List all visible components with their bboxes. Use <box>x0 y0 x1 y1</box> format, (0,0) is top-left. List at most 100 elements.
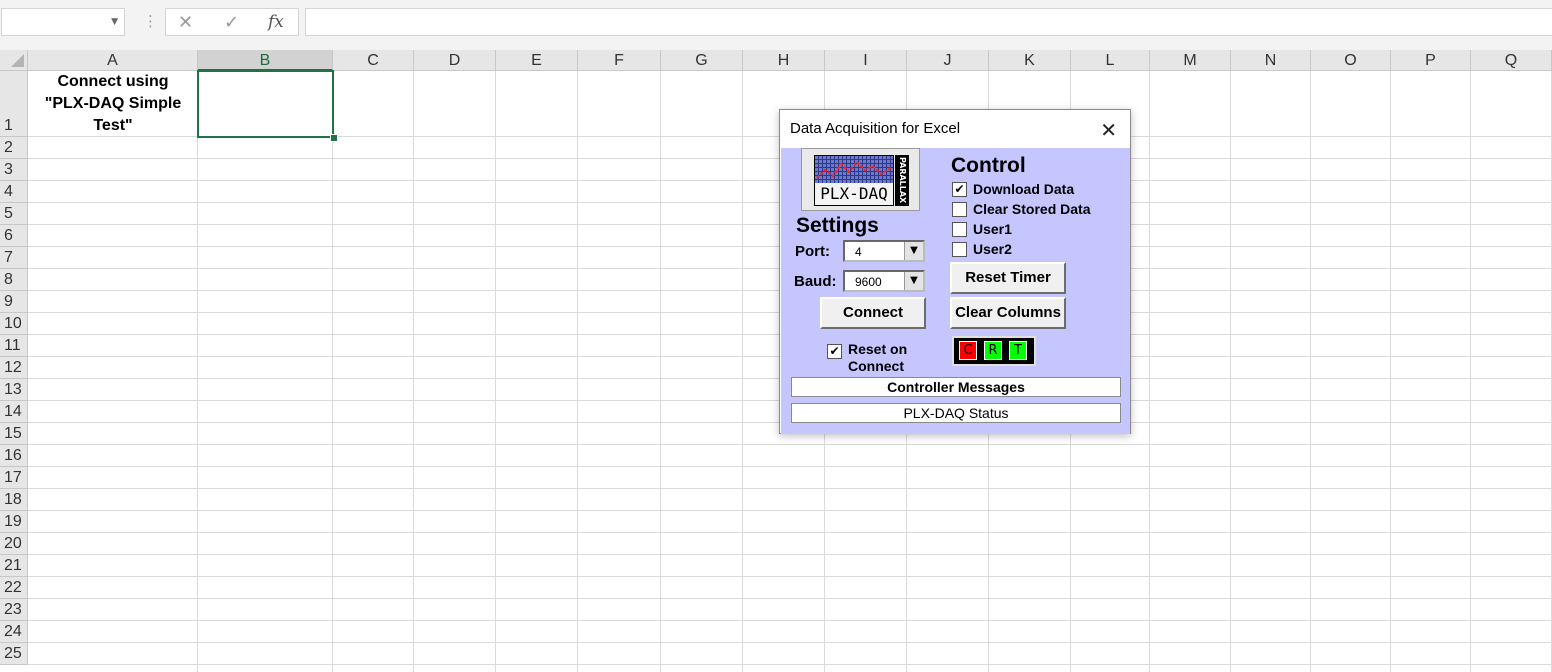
fill-handle[interactable] <box>330 134 338 142</box>
dialog-title: Data Acquisition for Excel <box>790 120 961 137</box>
select-all-button[interactable] <box>0 50 28 71</box>
connect-button[interactable]: Connect <box>820 297 926 329</box>
column-header[interactable]: P <box>1391 50 1471 71</box>
insert-function-icon[interactable]: fx <box>268 12 284 32</box>
plx-daq-logo: PLX-DAQ PARALLAX <box>801 148 920 211</box>
column-header[interactable]: A <box>28 50 198 71</box>
more-options-icon[interactable]: ⋮ <box>143 12 158 30</box>
reset-timer-button[interactable]: Reset Timer <box>950 262 1066 294</box>
column-header[interactable]: K <box>989 50 1071 71</box>
clear-columns-button[interactable]: Clear Columns <box>950 297 1066 329</box>
enter-icon[interactable]: ✓ <box>224 12 239 33</box>
checkbox-label: Download Data <box>973 181 1075 197</box>
column-header[interactable]: N <box>1231 50 1311 71</box>
close-icon[interactable]: ✕ <box>1100 118 1117 142</box>
row-header[interactable]: 19 <box>0 511 28 533</box>
column-header[interactable]: G <box>661 50 743 71</box>
row-header[interactable]: 7 <box>0 247 28 269</box>
row-header[interactable]: 5 <box>0 203 28 225</box>
row-number: 3 <box>4 161 13 178</box>
checkbox-box[interactable]: ✔ <box>827 344 842 359</box>
checkbox-box[interactable] <box>952 242 967 257</box>
crt-indicator-panel: C R T <box>952 336 1036 366</box>
spreadsheet-grid: ABCDEFGHIJKLMNOPQ 1 2 3 4 5 6 7 8 9 10 11 12 13 14 15 1… <box>0 50 1552 672</box>
checkbox-box[interactable]: ✔ <box>952 182 967 197</box>
row-header[interactable]: 2 <box>0 137 28 159</box>
row-header[interactable]: 16 <box>0 445 28 467</box>
cell-a1[interactable]: Connect using "PLX-DAQ Simple Test" <box>28 71 198 137</box>
row-header[interactable]: 3 <box>0 159 28 181</box>
controller-messages: Controller Messages <box>791 377 1121 397</box>
checkbox-box[interactable] <box>952 222 967 237</box>
row-number: 12 <box>4 359 22 376</box>
column-header[interactable]: J <box>907 50 989 71</box>
checkbox-label: User1 <box>973 221 1012 237</box>
row-header[interactable]: 25 <box>0 643 28 665</box>
name-box[interactable]: ▼ <box>1 8 125 36</box>
column-gridline <box>1390 71 1391 672</box>
formula-bar: ▼ ⋮ ✕ ✓ fx <box>0 0 1552 50</box>
column-header[interactable]: D <box>414 50 496 71</box>
formula-input[interactable] <box>305 8 1552 36</box>
row-header[interactable]: 23 <box>0 599 28 621</box>
column-gridline <box>742 71 743 672</box>
row-header[interactable]: 4 <box>0 181 28 203</box>
chevron-down-icon[interactable]: ▼ <box>904 272 923 290</box>
row-header[interactable]: 13 <box>0 379 28 401</box>
row-number: 20 <box>4 535 22 552</box>
row-header[interactable]: 17 <box>0 467 28 489</box>
row-header[interactable]: 10 <box>0 313 28 335</box>
row-gridline <box>28 642 1552 643</box>
row-header[interactable]: 11 <box>0 335 28 357</box>
column-header[interactable]: I <box>825 50 907 71</box>
baud-label: Baud: <box>794 273 837 290</box>
baud-select[interactable]: 9600 ▼ <box>843 270 925 292</box>
row-number: 1 <box>4 117 13 134</box>
row-number: 13 <box>4 381 22 398</box>
column-header[interactable]: H <box>743 50 825 71</box>
row-header[interactable]: 21 <box>0 555 28 577</box>
row-number: 4 <box>4 183 13 200</box>
reset-on-connect-checkbox[interactable]: ✔ Reset on Connect <box>827 341 937 377</box>
column-header[interactable]: Q <box>1471 50 1552 71</box>
column-gridline <box>332 71 333 672</box>
row-number: 21 <box>4 557 22 574</box>
column-header[interactable]: E <box>496 50 578 71</box>
chevron-down-icon[interactable]: ▼ <box>111 17 118 27</box>
logo-graph-icon: PLX-DAQ <box>814 155 894 206</box>
connection-indicator-c: C <box>959 341 977 360</box>
row-gridline <box>28 510 1552 511</box>
column-gridline <box>495 71 496 672</box>
row-header[interactable]: 6 <box>0 225 28 247</box>
row-header[interactable]: 12 <box>0 357 28 379</box>
column-header[interactable]: M <box>1150 50 1231 71</box>
row-gridline <box>28 576 1552 577</box>
checkbox-box[interactable] <box>952 202 967 217</box>
row-number: 6 <box>4 227 13 244</box>
plx-daq-status: PLX-DAQ Status <box>791 403 1121 423</box>
column-header[interactable]: O <box>1311 50 1391 71</box>
row-header[interactable]: 8 <box>0 269 28 291</box>
port-select[interactable]: 4 ▼ <box>843 240 925 262</box>
row-header[interactable]: 22 <box>0 577 28 599</box>
column-gridline <box>1149 71 1150 672</box>
column-header[interactable]: B <box>198 50 333 71</box>
column-header[interactable]: C <box>333 50 414 71</box>
row-header[interactable]: 1 <box>0 71 28 137</box>
row-header[interactable]: 15 <box>0 423 28 445</box>
row-header[interactable]: 20 <box>0 533 28 555</box>
column-header[interactable]: F <box>578 50 661 71</box>
row-header[interactable]: 18 <box>0 489 28 511</box>
cancel-icon[interactable]: ✕ <box>178 12 193 33</box>
row-number: 22 <box>4 579 22 596</box>
row-header[interactable]: 9 <box>0 291 28 313</box>
row-number: 11 <box>4 337 21 354</box>
reset-on-connect-label: Reset on Connect <box>848 341 908 374</box>
row-header[interactable]: 14 <box>0 401 28 423</box>
column-header[interactable]: L <box>1071 50 1150 71</box>
chevron-down-icon[interactable]: ▼ <box>904 242 923 260</box>
row-number: 9 <box>4 293 13 310</box>
column-gridline <box>577 71 578 672</box>
active-cell-b1[interactable] <box>197 70 334 138</box>
row-header[interactable]: 24 <box>0 621 28 643</box>
